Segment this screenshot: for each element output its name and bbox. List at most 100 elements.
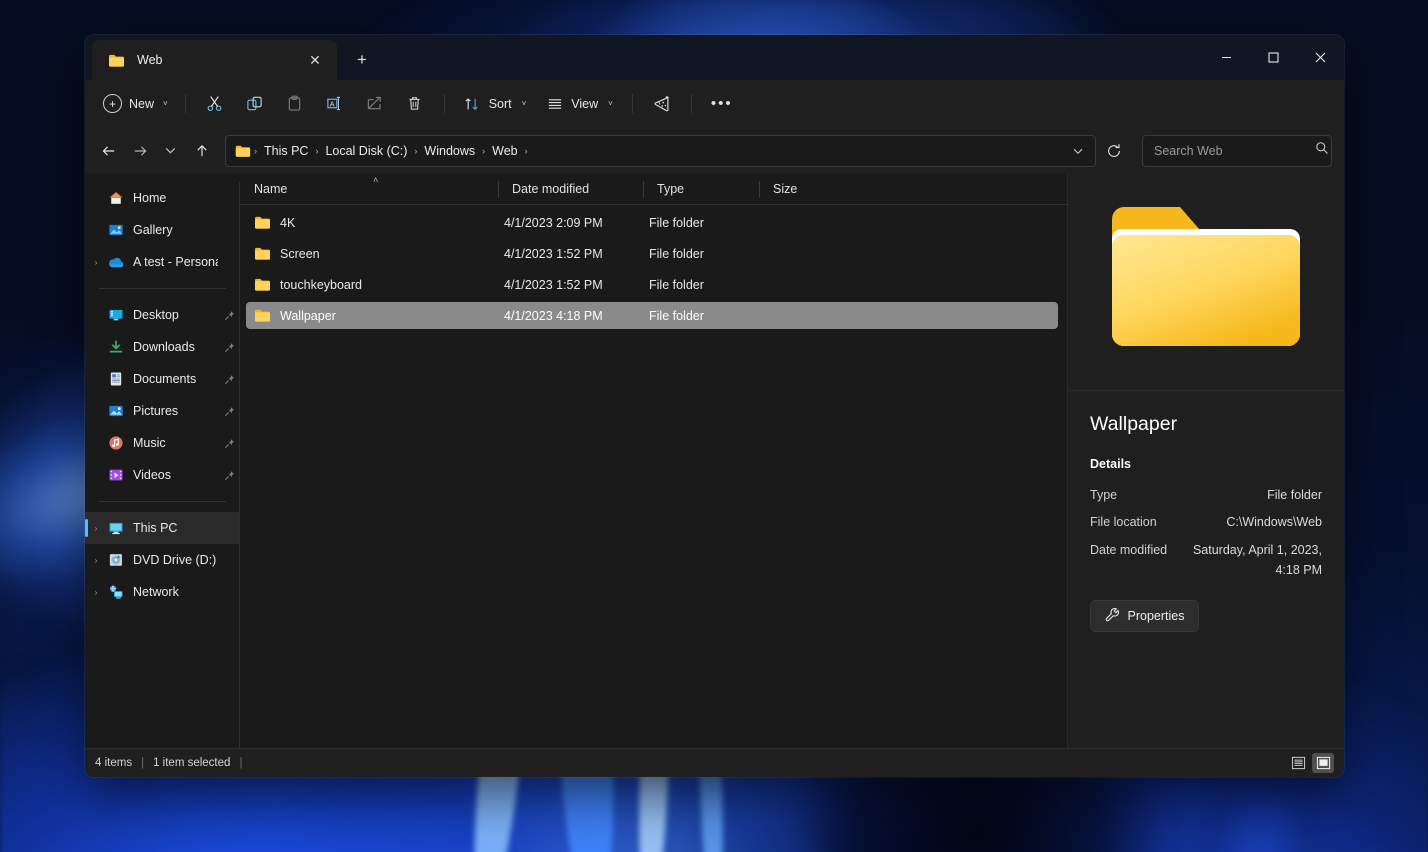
properties-button[interactable]: Properties [1090, 600, 1199, 632]
search-icon[interactable] [1315, 141, 1329, 160]
sidebar-item-music[interactable]: Music [85, 427, 240, 459]
column-header-size[interactable]: Size [759, 174, 841, 205]
sidebar-item-downloads[interactable]: Downloads [85, 331, 240, 363]
detail-value: Saturday, April 1, 2023, 4:18 PM [1188, 540, 1322, 581]
folder-icon [254, 308, 271, 323]
file-name: touchkeyboard [280, 278, 362, 292]
scissors-icon [206, 95, 223, 112]
detail-key: Type [1090, 485, 1188, 505]
sidebar-item-pictures[interactable]: Pictures [85, 395, 240, 427]
forward-button[interactable] [124, 135, 155, 166]
breadcrumb-segment-0[interactable]: This PC [258, 141, 314, 161]
breadcrumb-segment-1[interactable]: Local Disk (C:) [319, 141, 413, 161]
new-button[interactable]: + New ˅ [97, 87, 176, 120]
share-button[interactable] [355, 87, 395, 120]
downloads-icon [107, 339, 124, 356]
refresh-button[interactable] [1098, 135, 1130, 166]
sidebar-item-videos[interactable]: Videos [85, 459, 240, 491]
breadcrumb[interactable]: › This PC › Local Disk (C:) › Windows › … [225, 135, 1096, 167]
sidebar-item-documents[interactable]: Documents [85, 363, 240, 395]
search-input[interactable] [1154, 144, 1315, 158]
folder-icon [108, 53, 125, 68]
file-date-modified: 4/1/2023 2:09 PM [504, 216, 649, 230]
pin-icon[interactable] [218, 406, 240, 417]
breadcrumb-separator: › [524, 146, 529, 156]
pin-icon[interactable] [218, 438, 240, 449]
column-header-date-modified[interactable]: Date modified [498, 174, 643, 205]
column-header-type[interactable]: Type [643, 174, 759, 205]
explorer-body: Home Gallery › [85, 174, 1344, 748]
sidebar-item-label: Downloads [133, 340, 218, 354]
close-icon[interactable]: ✕ [301, 47, 329, 73]
divider [99, 501, 226, 502]
folder-icon [254, 277, 271, 292]
sidebar-item-network[interactable]: › Network [85, 576, 240, 608]
pin-icon[interactable] [218, 470, 240, 481]
close-window-icon[interactable] [1297, 35, 1344, 80]
desktop: Web ✕ + + New ˅ [0, 0, 1428, 852]
chevron-down-icon[interactable] [1065, 138, 1091, 164]
file-explorer-window: Web ✕ + + New ˅ [85, 35, 1344, 777]
pin-icon[interactable] [218, 374, 240, 385]
large-folder-icon [1108, 197, 1304, 367]
new-tab-button[interactable]: + [345, 44, 379, 76]
chevron-right-icon[interactable]: › [85, 587, 107, 597]
maximize-icon[interactable] [1250, 35, 1297, 80]
table-row[interactable]: 4K 4/1/2023 2:09 PM File folder [246, 209, 1058, 236]
chevron-right-icon[interactable]: › [85, 257, 107, 267]
breadcrumb-segment-2[interactable]: Windows [418, 141, 481, 161]
file-name: 4K [280, 216, 295, 230]
detail-value: File folder [1188, 485, 1322, 505]
chevron-right-icon[interactable]: › [85, 523, 107, 533]
home-icon [107, 190, 124, 207]
back-button[interactable] [93, 135, 124, 166]
sidebar-item-a-test-personal[interactable]: › A test - Personal [85, 246, 240, 278]
sort-button[interactable]: Sort ˅ [454, 87, 537, 120]
pictures-icon [107, 403, 124, 420]
delete-button[interactable] [395, 87, 435, 120]
pin-icon[interactable] [218, 342, 240, 353]
recent-locations-button[interactable] [155, 135, 186, 166]
pin-icon[interactable] [218, 310, 240, 321]
chevron-right-icon[interactable]: › [85, 555, 107, 565]
details-title: Wallpaper [1090, 413, 1322, 436]
onedrive-icon [107, 254, 124, 271]
title-bar: Web ✕ + [85, 35, 1344, 80]
rename-button[interactable]: A [315, 87, 355, 120]
folder-icon [254, 246, 271, 261]
new-label: New [129, 97, 154, 111]
view-button[interactable]: View ˅ [536, 87, 623, 120]
sidebar-item-home[interactable]: Home [85, 182, 240, 214]
minimize-icon[interactable] [1203, 35, 1250, 80]
sidebar-item-label: Pictures [133, 404, 218, 418]
view-label: View [571, 97, 598, 111]
filter-button[interactable] [642, 87, 682, 120]
tab-web[interactable]: Web ✕ [92, 40, 337, 80]
file-list: Name Date modified Type Size ˄ [240, 174, 1067, 748]
sidebar-item-dvd-drive[interactable]: › DVD Drive (D:) CCC [85, 544, 240, 576]
sidebar-item-desktop[interactable]: Desktop [85, 299, 240, 331]
divider [632, 94, 633, 113]
tab-title: Web [137, 53, 301, 67]
wrench-icon [1105, 607, 1120, 625]
view-icon [546, 95, 563, 112]
search-box[interactable] [1142, 135, 1332, 167]
table-row[interactable]: Wallpaper 4/1/2023 4:18 PM File folder [246, 302, 1058, 329]
table-row[interactable]: Screen 4/1/2023 1:52 PM File folder [246, 240, 1058, 267]
column-header-name[interactable]: Name [240, 174, 498, 205]
divider [444, 94, 445, 113]
sidebar-item-this-pc[interactable]: › This PC [85, 512, 240, 544]
overflow-menu-button[interactable]: ••• [701, 87, 743, 120]
chevron-down-icon: ˅ [608, 99, 613, 108]
sidebar-item-gallery[interactable]: Gallery [85, 214, 240, 246]
rename-icon: A [326, 95, 343, 112]
up-button[interactable] [186, 135, 217, 166]
cut-button[interactable] [195, 87, 235, 120]
details-view-button[interactable] [1287, 753, 1309, 773]
paste-button[interactable] [275, 87, 315, 120]
copy-button[interactable] [235, 87, 275, 120]
folder-icon [235, 144, 251, 158]
large-icons-view-button[interactable] [1312, 753, 1334, 773]
breadcrumb-segment-3[interactable]: Web [486, 141, 523, 161]
table-row[interactable]: touchkeyboard 4/1/2023 1:52 PM File fold… [246, 271, 1058, 298]
